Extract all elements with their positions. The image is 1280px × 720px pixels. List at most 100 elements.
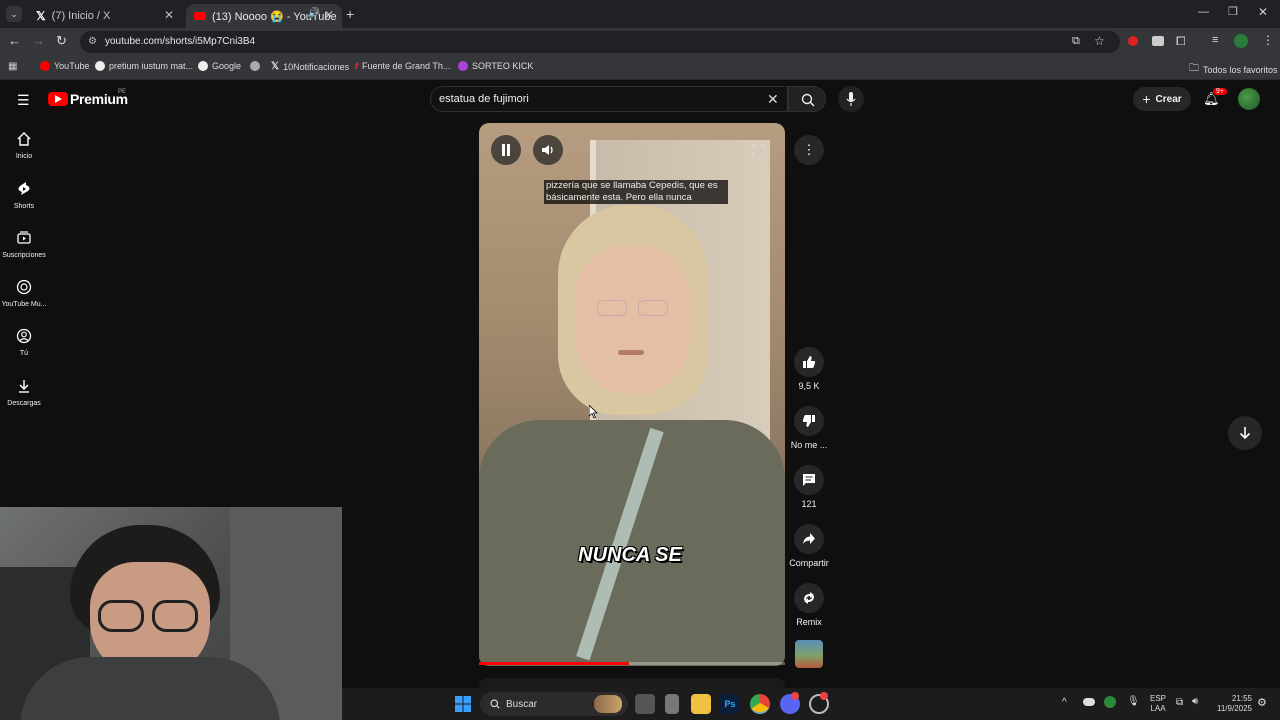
fullscreen-icon bbox=[752, 144, 764, 156]
microphone-tray-icon[interactable]: 🎙︎ bbox=[1127, 696, 1140, 707]
thumbs-up-icon bbox=[803, 356, 816, 368]
webcam-glasses-right bbox=[152, 600, 198, 632]
shorts-icon bbox=[18, 182, 30, 195]
dislike-label: No me ... bbox=[790, 440, 828, 450]
security-icon[interactable] bbox=[1104, 696, 1116, 708]
pause-button[interactable] bbox=[491, 135, 521, 165]
like-count: 9,5 K bbox=[798, 381, 820, 391]
search-button[interactable] bbox=[788, 86, 826, 112]
close-tab-icon[interactable]: ✕ bbox=[164, 8, 174, 22]
sidebar-item-you[interactable]: Tú bbox=[0, 328, 48, 357]
comments-button[interactable]: 121 bbox=[784, 465, 834, 509]
bookmark-pretium[interactable]: pretium iustum mat... bbox=[95, 61, 193, 71]
onedrive-icon[interactable] bbox=[1083, 698, 1095, 706]
close-window-icon[interactable]: ✕ bbox=[1258, 5, 1268, 19]
file-explorer-icon[interactable] bbox=[691, 694, 711, 714]
windows-start-icon[interactable] bbox=[455, 696, 471, 712]
chevron-up-icon[interactable]: ^ bbox=[1062, 697, 1067, 708]
more-vertical-icon: ⋮ bbox=[802, 142, 816, 157]
speaker-icon[interactable]: 🔊 bbox=[308, 8, 320, 19]
menu-kebab-icon[interactable]: ⋮ bbox=[1262, 33, 1274, 47]
hamburger-menu-icon[interactable]: ☰ bbox=[17, 92, 30, 109]
remix-label: Remix bbox=[796, 617, 822, 627]
subscriptions-icon bbox=[17, 231, 31, 244]
all-bookmarks[interactable]: 🗀 Todos los favoritos bbox=[1189, 61, 1278, 78]
plus-icon: + bbox=[1142, 91, 1151, 107]
search-query-text: estatua de fujimori bbox=[439, 93, 529, 105]
site-info-icon[interactable]: ⚙ bbox=[88, 36, 97, 47]
like-button[interactable]: 9,5 K bbox=[784, 347, 834, 391]
volume-button[interactable] bbox=[533, 135, 563, 165]
close-tab-icon[interactable]: ✕ bbox=[324, 8, 334, 22]
bookmark-globe[interactable] bbox=[250, 61, 260, 71]
search-highlight-icon bbox=[594, 695, 622, 713]
new-tab-button[interactable]: + bbox=[346, 6, 354, 22]
bookmark-grand-theft[interactable]: f Fuente de Grand Th... bbox=[355, 61, 450, 71]
bookmark-star-icon[interactable]: ☆ bbox=[1094, 34, 1105, 48]
sidebar-item-shorts[interactable]: Shorts bbox=[0, 181, 48, 210]
sidebar-item-descargas[interactable]: Descargas bbox=[0, 378, 48, 407]
notification-center-icon[interactable]: ⚙ bbox=[1257, 696, 1267, 709]
comment-count: 121 bbox=[801, 499, 817, 509]
minimize-icon[interactable]: — bbox=[1198, 6, 1209, 18]
remix-button[interactable]: Remix bbox=[784, 583, 834, 627]
bookmark-google[interactable]: Google bbox=[198, 61, 241, 71]
restore-icon[interactable]: ❐ bbox=[1228, 5, 1238, 18]
volume-tray-icon[interactable]: 🔊︎ bbox=[1192, 696, 1198, 707]
clock[interactable]: 21:55 11/9/2025 bbox=[1212, 694, 1252, 714]
apps-grid-icon[interactable]: ▦ bbox=[8, 61, 17, 72]
youtube-icon bbox=[40, 61, 50, 71]
taskbar-search[interactable]: Buscar bbox=[480, 692, 628, 716]
more-options-button[interactable]: ⋮ bbox=[794, 135, 824, 165]
next-short-button[interactable] bbox=[1228, 416, 1262, 450]
glasses-right bbox=[638, 300, 668, 316]
profile-avatar[interactable] bbox=[1234, 34, 1248, 48]
back-arrow-icon[interactable]: ← bbox=[8, 33, 21, 48]
remix-icon bbox=[804, 592, 814, 604]
tab-youtube[interactable]: (13) Noooo 😭 - YouTube 🔊 ✕ bbox=[186, 4, 342, 28]
task-view-icon[interactable] bbox=[635, 694, 655, 714]
kick-icon bbox=[458, 61, 468, 71]
network-icon[interactable]: ⧉ bbox=[1176, 697, 1183, 708]
bookmark-notifications[interactable]: 𝕏 10Notificaciones bbox=[271, 61, 349, 72]
user-circle-icon bbox=[16, 328, 32, 344]
media-control-icon[interactable]: ≡ bbox=[1212, 34, 1218, 46]
youtube-logo-icon[interactable] bbox=[48, 92, 68, 106]
webcam-hoodie bbox=[20, 657, 280, 720]
tab-search-button[interactable]: ⌄ bbox=[6, 6, 22, 22]
tab-label: (7) Inicio / X bbox=[51, 10, 111, 22]
webcam-glasses-left bbox=[98, 600, 144, 632]
sidebar-item-suscripciones[interactable]: Suscripciones bbox=[0, 230, 48, 259]
tab-x-home[interactable]: 𝕏 (7) Inicio / X ✕ bbox=[28, 4, 182, 28]
x-logo-icon: 𝕏 bbox=[271, 61, 280, 72]
extension-red-icon[interactable] bbox=[1128, 36, 1138, 46]
sidebar-item-youtube-music[interactable]: YouTube Mu... bbox=[0, 279, 48, 308]
video-caption: pizzería que se llamaba Cepedis, que es … bbox=[544, 180, 728, 204]
language-indicator[interactable]: ESP LAA bbox=[1150, 694, 1166, 714]
fullscreen-button[interactable] bbox=[743, 135, 773, 165]
region-code: PE bbox=[118, 89, 127, 95]
create-button[interactable]: + Crear bbox=[1133, 87, 1191, 111]
share-button[interactable]: Compartir bbox=[784, 524, 834, 568]
account-avatar[interactable] bbox=[1238, 88, 1260, 110]
video-progress-fill bbox=[479, 662, 629, 665]
photoshop-icon[interactable]: Ps bbox=[720, 694, 740, 714]
search-icon bbox=[490, 699, 500, 709]
reload-icon[interactable]: ↻ bbox=[56, 33, 67, 49]
cast-icon[interactable]: ⧉ bbox=[1072, 35, 1080, 48]
app-icon[interactable] bbox=[665, 694, 679, 714]
chrome-icon[interactable] bbox=[750, 694, 770, 714]
forward-arrow-icon[interactable]: → bbox=[32, 33, 45, 48]
bookmark-youtube[interactable]: YouTube bbox=[40, 61, 89, 71]
extensions-puzzle-icon[interactable]: ⧠ bbox=[1176, 34, 1186, 49]
sound-thumbnail[interactable] bbox=[795, 640, 823, 668]
dislike-button[interactable]: No me ... bbox=[784, 406, 834, 450]
voice-search-button[interactable] bbox=[838, 86, 864, 112]
thumbs-down-icon bbox=[802, 415, 815, 427]
font-icon: f bbox=[355, 61, 358, 71]
clear-search-icon[interactable]: ✕ bbox=[767, 91, 779, 108]
sidebar-item-inicio[interactable]: Inicio bbox=[0, 131, 48, 160]
extension-icon[interactable] bbox=[1152, 36, 1164, 46]
google-icon bbox=[95, 61, 105, 71]
bookmark-sorteo[interactable]: SORTEO KICK bbox=[458, 61, 533, 71]
